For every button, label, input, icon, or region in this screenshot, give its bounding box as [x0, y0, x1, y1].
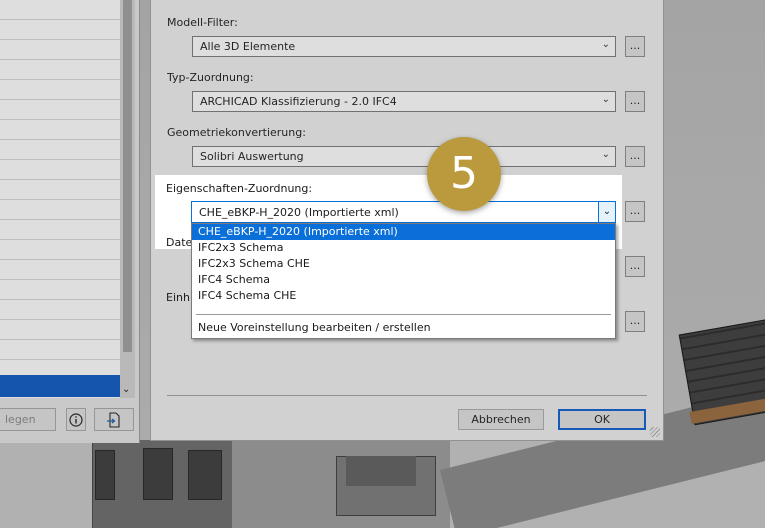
- dropdown-option[interactable]: IFC4 Schema CHE: [192, 288, 615, 304]
- dropdown-option[interactable]: CHE_eBKP-H_2020 (Importierte xml): [192, 224, 615, 240]
- dropdown-option[interactable]: IFC4 Schema: [192, 272, 615, 288]
- file-label-partial: Date: [166, 236, 193, 249]
- property-mapping-dropdown[interactable]: CHE_eBKP-H_2020 (Importierte xml) IFC2x3…: [191, 223, 616, 339]
- property-mapping-value: CHE_eBKP-H_2020 (Importierte xml): [199, 206, 399, 219]
- property-mapping-select[interactable]: CHE_eBKP-H_2020 (Importierte xml) ⌄: [191, 201, 616, 223]
- dropdown-divider: [196, 314, 611, 315]
- chevron-down-icon[interactable]: ⌄: [598, 202, 615, 222]
- dropdown-option-edit-preset[interactable]: Neue Voreinstellung bearbeiten / erstell…: [192, 320, 615, 336]
- dropdown-option[interactable]: IFC2x3 Schema CHE: [192, 256, 615, 272]
- property-mapping-label: Eigenschaften-Zuordnung:: [166, 182, 313, 195]
- dim-overlay-top: [0, 0, 765, 175]
- step-number-badge: 5: [427, 137, 501, 211]
- dim-overlay-right: [622, 175, 765, 528]
- dim-overlay-left: [0, 175, 155, 528]
- dropdown-option[interactable]: IFC2x3 Schema: [192, 240, 615, 256]
- units-label-partial: Einh: [166, 291, 190, 304]
